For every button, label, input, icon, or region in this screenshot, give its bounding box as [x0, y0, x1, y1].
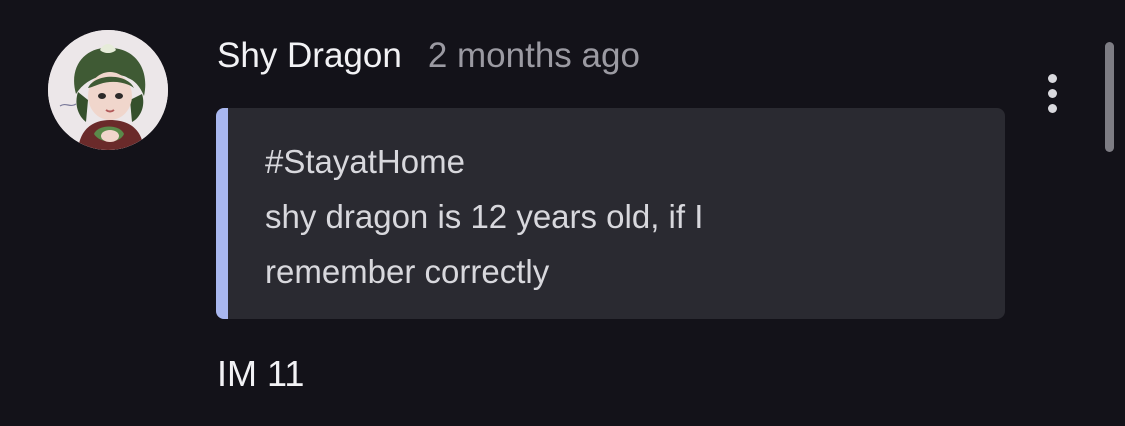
- comment-body: IM 11: [217, 353, 305, 394]
- quote-line: shy dragon is 12 years old, if I: [265, 198, 704, 235]
- comment: Shy Dragon 2 months ago #StayatHome shy …: [0, 0, 1125, 426]
- quote-line: #StayatHome: [265, 143, 465, 180]
- scrollbar[interactable]: [1105, 42, 1114, 152]
- comment-header: Shy Dragon 2 months ago: [217, 33, 640, 79]
- quote-text: #StayatHome shy dragon is 12 years old, …: [265, 134, 965, 299]
- more-vertical-icon-dot: [1047, 103, 1057, 113]
- avatar[interactable]: [48, 30, 168, 150]
- more-options-button[interactable]: [1030, 68, 1074, 118]
- quoted-comment: #StayatHome shy dragon is 12 years old, …: [216, 108, 1005, 319]
- more-vertical-icon: [1047, 73, 1057, 83]
- avatar-image: [48, 30, 168, 150]
- quote-line: remember correctly: [265, 253, 550, 290]
- more-vertical-icon-dot: [1047, 88, 1057, 98]
- author-name[interactable]: Shy Dragon: [217, 33, 402, 79]
- comment-timestamp: 2 months ago: [427, 36, 640, 75]
- quote-accent-bar: [216, 108, 228, 319]
